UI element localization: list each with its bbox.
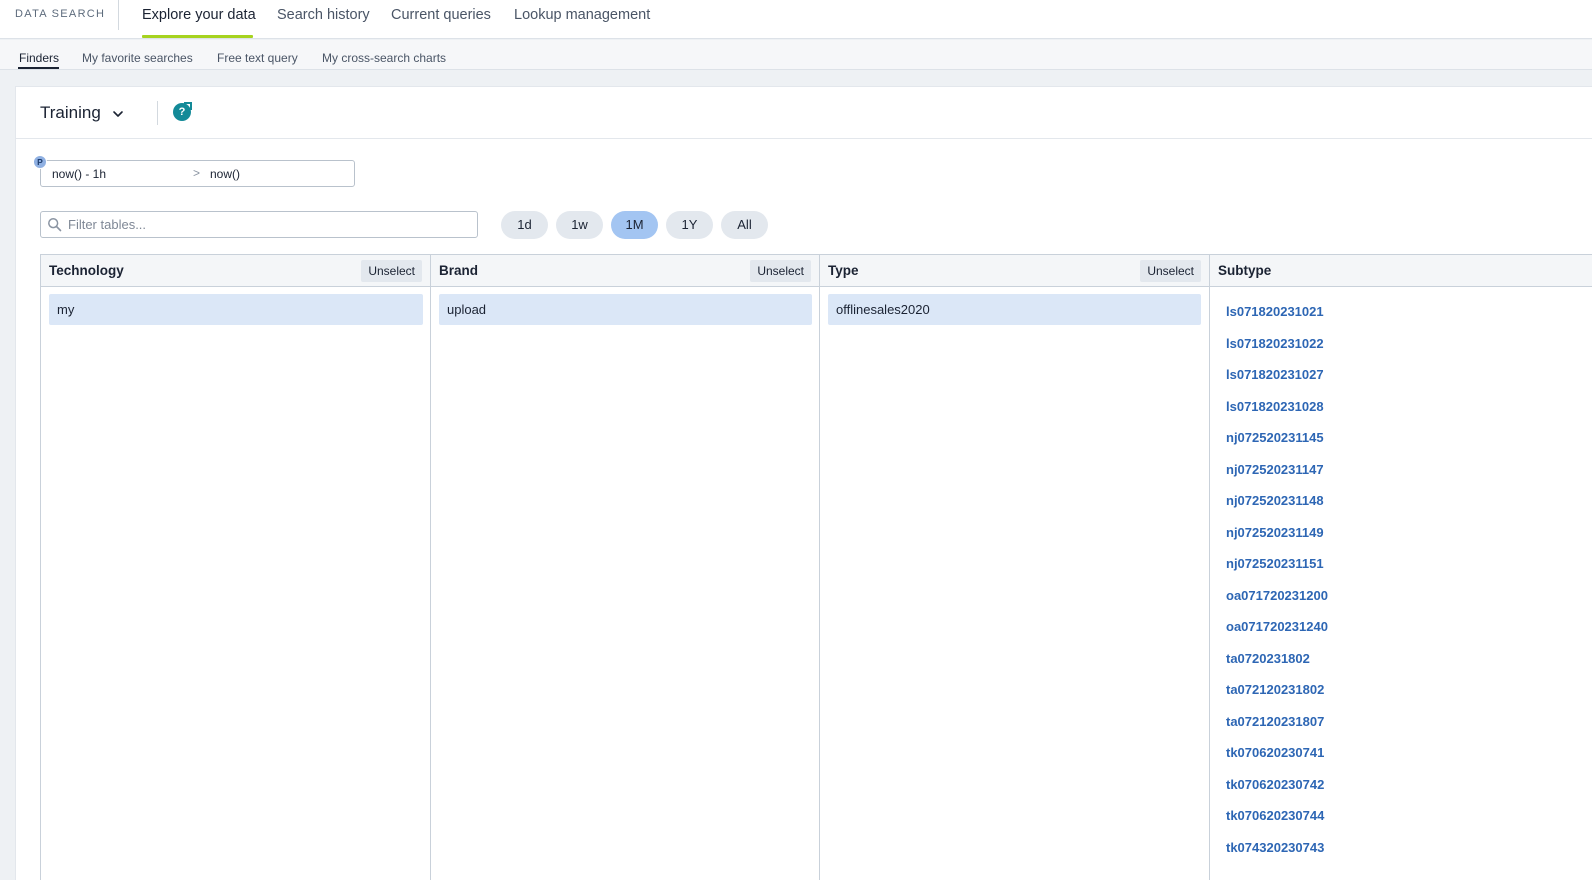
finder-panel: Training ? now() - 1h > now() P 1d 1w 1M… [15, 86, 1592, 880]
sub-navigation: Finders My favorite searches Free text q… [0, 40, 1592, 70]
chevron-down-icon[interactable] [111, 107, 125, 121]
top-navigation: DATA SEARCH Explore your data Search his… [0, 0, 1592, 39]
list-item[interactable]: ls071820231021 [1210, 296, 1592, 328]
list-item[interactable]: nj072520231149 [1210, 517, 1592, 549]
subtype-list: ls071820231021 ls071820231022 ls07182023… [1210, 296, 1592, 863]
list-item[interactable]: nj072520231151 [1210, 548, 1592, 580]
list-item[interactable]: nj072520231145 [1210, 422, 1592, 454]
list-item[interactable]: ta0720231802 [1210, 643, 1592, 675]
tab-current-queries[interactable]: Current queries [391, 7, 491, 23]
unselect-button[interactable]: Unselect [750, 260, 811, 282]
search-icon [48, 218, 62, 232]
domain-title[interactable]: Training [40, 103, 101, 123]
list-item[interactable]: tk074320230743 [1210, 832, 1592, 864]
column-header: Brand Unselect [431, 255, 819, 287]
brand-divider [118, 0, 119, 30]
column-header: Type Unselect [820, 255, 1209, 287]
list-item[interactable]: offlinesales2020 [828, 294, 1201, 325]
app-brand: DATA SEARCH [15, 8, 106, 20]
list-item[interactable]: oa071720231200 [1210, 580, 1592, 612]
column-header: Subtype [1210, 255, 1592, 287]
filter-tables-input[interactable] [68, 214, 468, 235]
column-title: Brand [439, 263, 479, 278]
type-column: Type Unselect offlinesales2020 [820, 255, 1210, 880]
list-item[interactable]: ta072120231802 [1210, 674, 1592, 706]
column-title: Subtype [1218, 263, 1272, 278]
brand-column: Brand Unselect upload [431, 255, 820, 880]
list-item[interactable]: nj072520231147 [1210, 454, 1592, 486]
list-item[interactable]: ta072120231807 [1210, 706, 1592, 738]
unselect-button[interactable]: Unselect [1140, 260, 1201, 282]
subtab-my-cross-search-charts[interactable]: My cross-search charts [322, 51, 446, 65]
list-item[interactable]: ls071820231028 [1210, 391, 1592, 423]
finder-header: Training ? [16, 87, 1592, 139]
period-1M-button[interactable]: 1M [611, 211, 658, 239]
timeframe-from[interactable]: now() - 1h [52, 167, 106, 181]
timeframe-to[interactable]: now() [210, 167, 240, 181]
subtab-finders[interactable]: Finders [19, 51, 59, 65]
list-item[interactable]: tk070620230742 [1210, 769, 1592, 801]
filter-tables-field[interactable] [40, 211, 478, 238]
timeframe-separator-icon: > [193, 166, 201, 180]
subtype-column: Subtype ls071820231021 ls071820231022 ls… [1210, 255, 1592, 880]
tab-lookup-management[interactable]: Lookup management [514, 7, 650, 23]
column-title: Technology [49, 263, 124, 278]
header-divider [157, 101, 158, 125]
column-header: Technology Unselect [41, 255, 430, 287]
list-item[interactable]: tk070620230744 [1210, 800, 1592, 832]
unselect-button[interactable]: Unselect [361, 260, 422, 282]
subtab-my-favorite-searches[interactable]: My favorite searches [82, 51, 193, 65]
list-item[interactable]: nj072520231148 [1210, 485, 1592, 517]
tab-explore-your-data[interactable]: Explore your data [142, 7, 256, 23]
timeframe-badge: P [33, 155, 47, 169]
active-tab-indicator [142, 35, 253, 38]
period-1d-button[interactable]: 1d [501, 211, 548, 239]
finder-columns: Technology Unselect my Brand Unselect up… [40, 254, 1592, 880]
external-link-icon [184, 102, 192, 110]
subtab-free-text-query[interactable]: Free text query [217, 51, 298, 65]
period-all-button[interactable]: All [721, 211, 768, 239]
active-subtab-indicator [18, 67, 59, 69]
column-title: Type [828, 263, 859, 278]
list-item[interactable]: ls071820231022 [1210, 328, 1592, 360]
list-item[interactable]: my [49, 294, 423, 325]
list-item[interactable]: upload [439, 294, 812, 325]
period-1Y-button[interactable]: 1Y [666, 211, 713, 239]
list-item[interactable]: ls071820231027 [1210, 359, 1592, 391]
list-item[interactable]: oa071720231240 [1210, 611, 1592, 643]
period-1w-button[interactable]: 1w [556, 211, 603, 239]
technology-column: Technology Unselect my [41, 255, 431, 880]
timeframe-picker[interactable]: now() - 1h > now() [40, 160, 355, 187]
list-item[interactable]: tk070620230741 [1210, 737, 1592, 769]
tab-search-history[interactable]: Search history [277, 7, 370, 23]
